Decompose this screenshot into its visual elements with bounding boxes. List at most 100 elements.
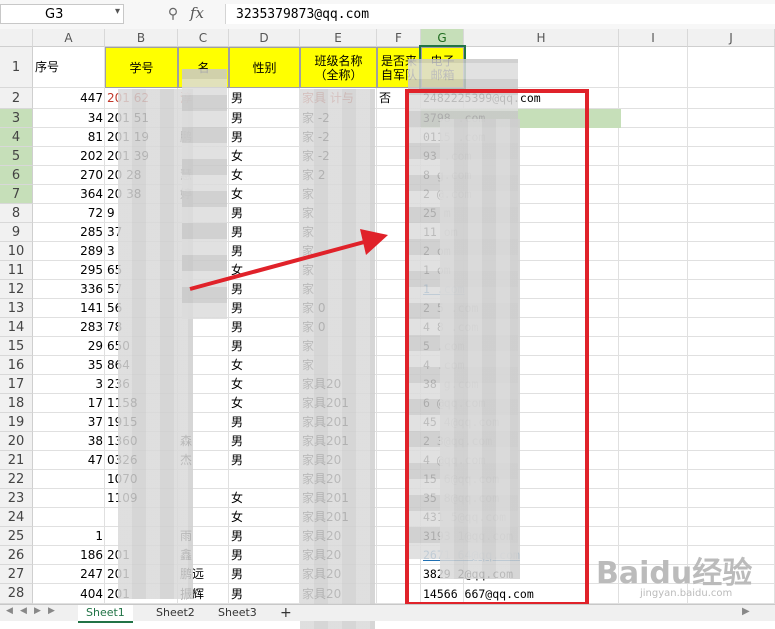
cell-d13[interactable]: 男 bbox=[229, 299, 300, 318]
row-header-23[interactable]: 23 bbox=[0, 489, 33, 508]
cell-a18[interactable]: 17 bbox=[33, 394, 105, 413]
row-header-12[interactable]: 12 bbox=[0, 280, 33, 299]
row-header-27[interactable]: 27 bbox=[0, 565, 33, 584]
row-header-8[interactable]: 8 bbox=[0, 204, 33, 223]
column-header-b[interactable]: B bbox=[105, 29, 178, 47]
tab-sheet2[interactable]: Sheet2 bbox=[148, 605, 203, 621]
row-header-11[interactable]: 11 bbox=[0, 261, 33, 280]
next-sheet-icon[interactable]: ▶ bbox=[34, 606, 41, 616]
cell-d6[interactable]: 女 bbox=[229, 166, 300, 185]
cell-d26[interactable]: 男 bbox=[229, 546, 300, 565]
row-header-24[interactable]: 24 bbox=[0, 508, 33, 527]
cell-a4[interactable]: 81 bbox=[33, 128, 105, 147]
row-header-19[interactable]: 19 bbox=[0, 413, 33, 432]
row-header-5[interactable]: 5 bbox=[0, 147, 33, 166]
select-all-corner[interactable] bbox=[0, 29, 33, 47]
cell-d9[interactable]: 男 bbox=[229, 223, 300, 242]
cell-a22[interactable] bbox=[33, 470, 105, 489]
cell-d18[interactable]: 女 bbox=[229, 394, 300, 413]
cell-a10[interactable]: 289 bbox=[33, 242, 105, 261]
tab-sheet1[interactable]: Sheet1 bbox=[78, 605, 133, 623]
row-header-28[interactable]: 28 bbox=[0, 584, 33, 604]
cell-a21[interactable]: 47 bbox=[33, 451, 105, 470]
cell-d7[interactable]: 女 bbox=[229, 185, 300, 204]
tab-sheet3[interactable]: Sheet3 bbox=[210, 605, 265, 621]
cell-a27[interactable]: 247 bbox=[33, 565, 105, 584]
last-sheet-icon[interactable]: ▶ bbox=[48, 606, 55, 616]
cell-a16[interactable]: 35 bbox=[33, 356, 105, 375]
cell-a20[interactable]: 38 bbox=[33, 432, 105, 451]
column-header-c[interactable]: C bbox=[178, 29, 229, 47]
column-header-d[interactable]: D bbox=[229, 29, 300, 47]
cell-a23[interactable] bbox=[33, 489, 105, 508]
prev-sheet-icon[interactable]: ◀ bbox=[20, 606, 27, 616]
cell-a9[interactable]: 285 bbox=[33, 223, 105, 242]
row-header-22[interactable]: 22 bbox=[0, 470, 33, 489]
cell-d5[interactable]: 女 bbox=[229, 147, 300, 166]
cell-d14[interactable]: 男 bbox=[229, 318, 300, 337]
row-header-13[interactable]: 13 bbox=[0, 299, 33, 318]
cell-d25[interactable]: 男 bbox=[229, 527, 300, 546]
row-header-17[interactable]: 17 bbox=[0, 375, 33, 394]
cell-a2[interactable]: 447 bbox=[33, 88, 105, 109]
formula-input[interactable]: 3235379873@qq.com bbox=[225, 4, 775, 24]
row-header-1[interactable]: 1 bbox=[0, 47, 33, 88]
name-box[interactable]: G3 ▾ bbox=[0, 4, 124, 24]
header-a[interactable]: 序号 bbox=[33, 47, 105, 88]
row-header-16[interactable]: 16 bbox=[0, 356, 33, 375]
cell-a7[interactable]: 364 bbox=[33, 185, 105, 204]
column-header-g[interactable]: G bbox=[421, 29, 464, 47]
add-sheet-button[interactable]: + bbox=[272, 605, 300, 621]
column-header-e[interactable]: E bbox=[300, 29, 377, 47]
cell-a3[interactable]: 34 bbox=[33, 109, 105, 128]
cell-a25[interactable]: 1 bbox=[33, 527, 105, 546]
row-header-14[interactable]: 14 bbox=[0, 318, 33, 337]
cell-d8[interactable]: 男 bbox=[229, 204, 300, 223]
cell-a13[interactable]: 141 bbox=[33, 299, 105, 318]
cell-d3[interactable]: 男 bbox=[229, 109, 300, 128]
cell-a11[interactable]: 295 bbox=[33, 261, 105, 280]
cell-d21[interactable]: 男 bbox=[229, 451, 300, 470]
cell-d23[interactable]: 女 bbox=[229, 489, 300, 508]
cell-a6[interactable]: 270 bbox=[33, 166, 105, 185]
cell-a19[interactable]: 37 bbox=[33, 413, 105, 432]
cell-d22[interactable] bbox=[229, 470, 300, 489]
cell-a28[interactable]: 404 bbox=[33, 584, 105, 604]
row-header-9[interactable]: 9 bbox=[0, 223, 33, 242]
cell-d20[interactable]: 男 bbox=[229, 432, 300, 451]
cell-a5[interactable]: 202 bbox=[33, 147, 105, 166]
row-header-26[interactable]: 26 bbox=[0, 546, 33, 565]
cell-d10[interactable]: 男 bbox=[229, 242, 300, 261]
cell-d2[interactable]: 男 bbox=[229, 88, 300, 109]
cell-d24[interactable]: 女 bbox=[229, 508, 300, 527]
cell-d27[interactable]: 男 bbox=[229, 565, 300, 584]
cell-a8[interactable]: 72 bbox=[33, 204, 105, 223]
scroll-right-icon[interactable]: ▶ bbox=[742, 606, 750, 617]
cell-d11[interactable]: 女 bbox=[229, 261, 300, 280]
row-header-4[interactable]: 4 bbox=[0, 128, 33, 147]
row-header-3[interactable]: 3 bbox=[0, 109, 33, 128]
row-header-21[interactable]: 21 bbox=[0, 451, 33, 470]
cell-d28[interactable]: 男 bbox=[229, 584, 300, 604]
column-header-h[interactable]: H bbox=[464, 29, 619, 47]
column-header-a[interactable]: A bbox=[33, 29, 105, 47]
cell-d15[interactable]: 男 bbox=[229, 337, 300, 356]
cell-d12[interactable]: 男 bbox=[229, 280, 300, 299]
row-header-10[interactable]: 10 bbox=[0, 242, 33, 261]
cell-a14[interactable]: 283 bbox=[33, 318, 105, 337]
row-header-2[interactable]: 2 bbox=[0, 88, 33, 109]
cell-a24[interactable] bbox=[33, 508, 105, 527]
header-b[interactable]: 学号 bbox=[105, 47, 178, 88]
cell-a12[interactable]: 336 bbox=[33, 280, 105, 299]
cell-a26[interactable]: 186 bbox=[33, 546, 105, 565]
cell-d4[interactable]: 男 bbox=[229, 128, 300, 147]
cell-d19[interactable]: 男 bbox=[229, 413, 300, 432]
fx-icon[interactable]: fx bbox=[190, 4, 204, 22]
column-header-j[interactable]: J bbox=[688, 29, 775, 47]
cell-d16[interactable]: 女 bbox=[229, 356, 300, 375]
row-header-20[interactable]: 20 bbox=[0, 432, 33, 451]
zoom-icon[interactable]: ⚲ bbox=[163, 4, 183, 24]
first-sheet-icon[interactable]: ◀ bbox=[6, 606, 13, 616]
row-header-18[interactable]: 18 bbox=[0, 394, 33, 413]
row-header-25[interactable]: 25 bbox=[0, 527, 33, 546]
